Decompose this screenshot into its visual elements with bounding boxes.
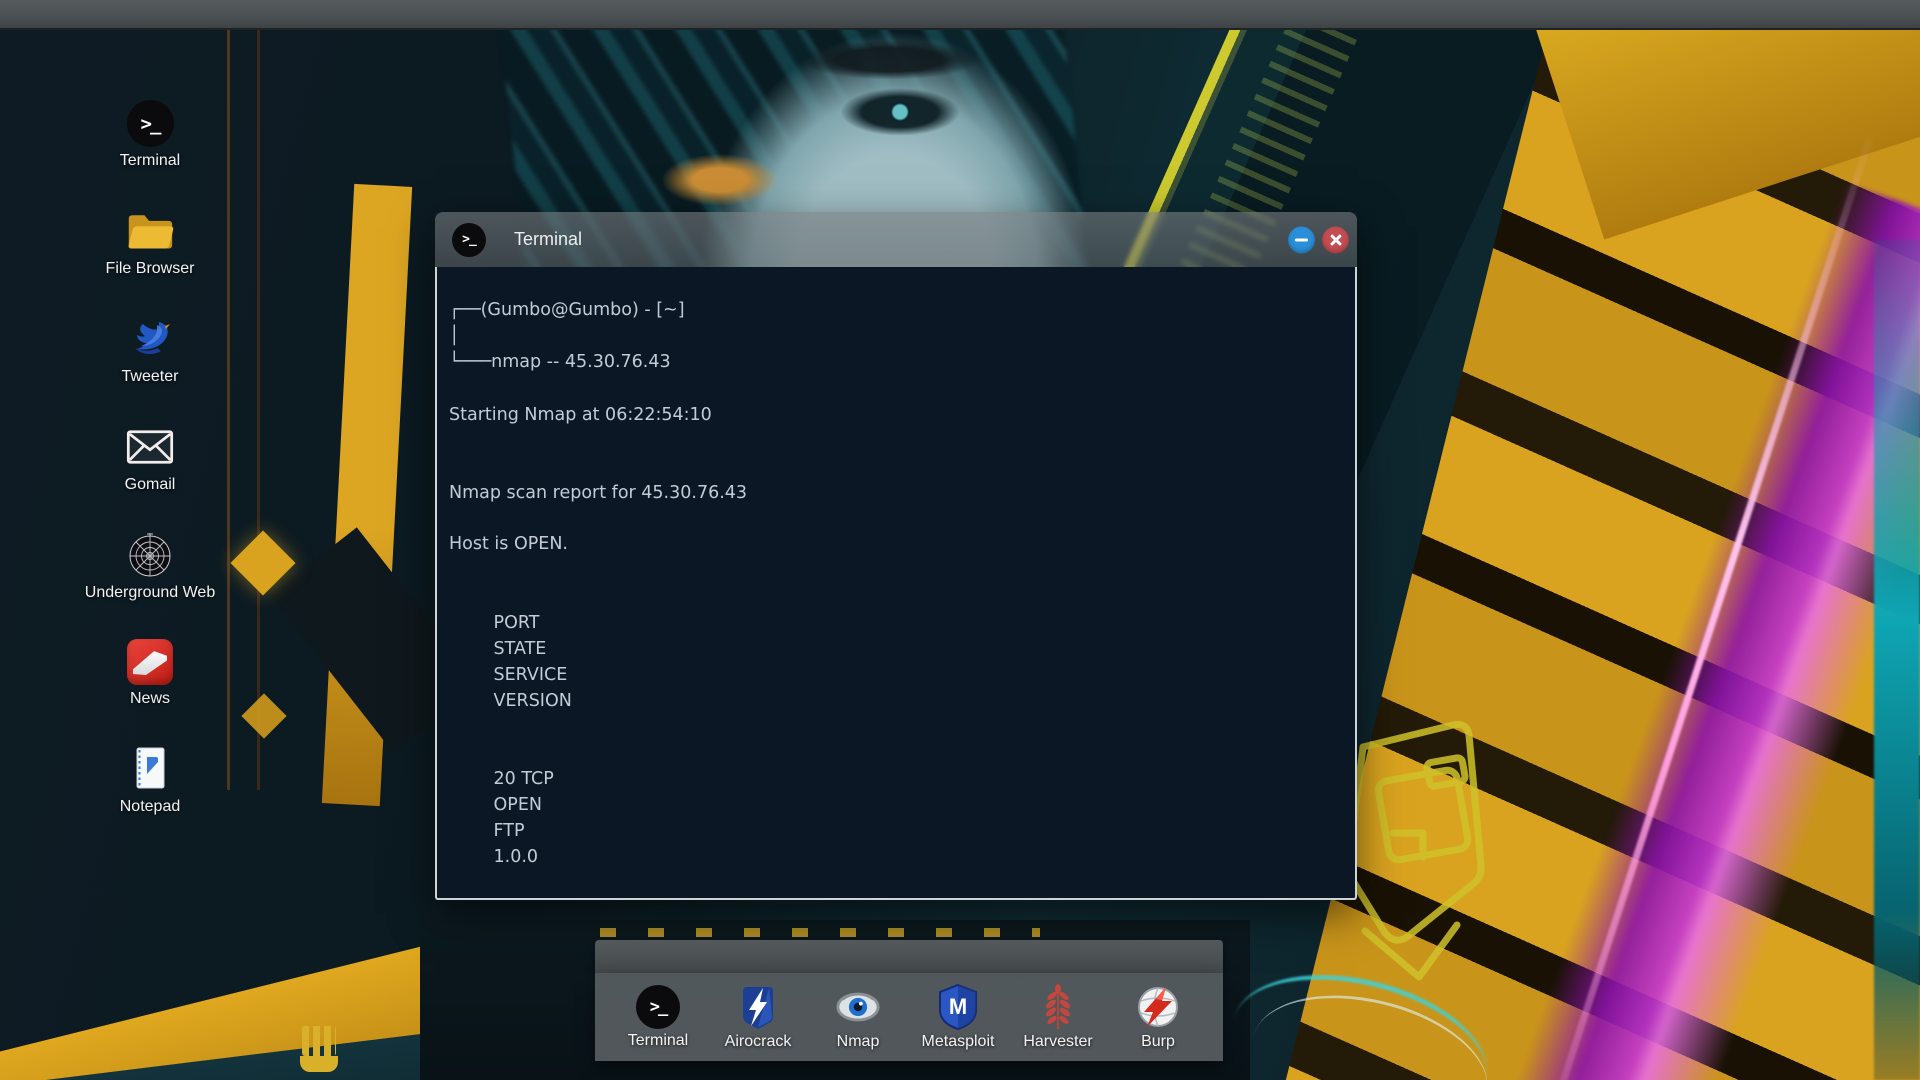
dock-item-metasploit[interactable]: M Metasploit xyxy=(908,983,1008,1051)
wallpaper-hand-glyph xyxy=(302,1026,336,1056)
desktop-icon-label: File Browser xyxy=(105,260,195,277)
envelope-icon xyxy=(126,423,174,471)
bird-icon xyxy=(126,315,174,363)
dock-shelf xyxy=(595,940,1223,973)
dock-item-harvester[interactable]: Harvester xyxy=(1008,983,1108,1051)
terminal-output-area[interactable]: ┌──(Gumbo@Gumbo) - [~] │ └───nmap -- 45.… xyxy=(435,267,1357,900)
terminal-glyph: >_ xyxy=(649,996,669,1017)
minimize-button[interactable] xyxy=(1288,226,1315,253)
dock-item-label: Nmap xyxy=(836,1032,880,1050)
port-table-header: PORT STATE SERVICE VERSION xyxy=(449,584,1341,740)
desktop-icon-label: Gomail xyxy=(124,476,176,493)
prompt-line: ┌──(Gumbo@Gumbo) - [~] xyxy=(449,300,685,320)
desktop-icon-underground-web[interactable]: Underground Web xyxy=(84,531,216,602)
spider-web-icon xyxy=(126,531,174,579)
terminal-output-line: Starting Nmap at 06:22:54:10 xyxy=(449,405,712,425)
shield-m-icon: M xyxy=(935,983,981,1030)
port-table-row: 20 TCP OPEN FTP 1.0.0 xyxy=(449,740,1341,896)
terminal-icon: >_ xyxy=(452,222,486,257)
dock-item-nmap[interactable]: Nmap xyxy=(808,984,908,1051)
table-cell: FTP xyxy=(493,821,525,841)
command-line: └───nmap -- 45.30.76.43 xyxy=(449,352,671,372)
table-header-cell: PORT xyxy=(493,613,540,633)
dock-item-terminal[interactable]: >_ Terminal xyxy=(608,984,708,1050)
table-header-cell: SERVICE xyxy=(493,665,568,685)
wheat-icon xyxy=(1035,983,1081,1030)
window-title: Terminal xyxy=(514,229,583,249)
prompt-line: │ xyxy=(449,326,460,346)
desktop-icon-tweeter[interactable]: Tweeter xyxy=(84,315,216,386)
terminal-output-line: Nmap scan report for 45.30.76.43 xyxy=(449,483,748,503)
wallpaper-vertical-line xyxy=(257,30,260,790)
wallpaper-gold-dashes xyxy=(600,928,1040,937)
table-cell: 20 TCP xyxy=(493,769,554,789)
minimize-icon xyxy=(1295,238,1308,241)
desktop-icon-file-browser[interactable]: File Browser xyxy=(84,207,216,278)
table-header-cell: VERSION xyxy=(493,691,572,711)
desktop-icon-label: Tweeter xyxy=(121,368,179,385)
top-bar xyxy=(0,0,1920,30)
table-header-cell: STATE xyxy=(493,639,547,659)
desktop-icon-terminal[interactable]: >_ Terminal xyxy=(84,100,216,170)
wallpaper-hand-glyph-base xyxy=(300,1056,338,1072)
desktop-icon-gomail[interactable]: Gomail xyxy=(84,423,216,494)
metasploit-monogram: M xyxy=(949,994,967,1019)
wallpaper-vertical-line xyxy=(227,30,230,790)
desktop-icon-label: Terminal xyxy=(119,152,181,169)
close-button[interactable] xyxy=(1322,226,1349,253)
desktop-screen: >_ Terminal File Browser Tweeter Gomail … xyxy=(0,0,1920,1080)
dock-item-airocrack[interactable]: Airocrack xyxy=(708,984,808,1051)
dock-item-label: Airocrack xyxy=(724,1032,792,1050)
desktop-icon-column: >_ Terminal File Browser Tweeter Gomail … xyxy=(84,100,216,816)
wallpaper-cyan-edge xyxy=(1874,240,1920,1080)
wallpaper-neon-shield-wireframe xyxy=(1345,721,1485,981)
dock-item-label: Harvester xyxy=(1023,1032,1093,1050)
news-icon-stripe xyxy=(133,651,167,675)
terminal-window-titlebar[interactable]: >_ Terminal xyxy=(435,212,1357,267)
lightning-shield-icon xyxy=(735,984,781,1030)
terminal-output-line: Host is OPEN. xyxy=(449,534,568,554)
desktop-icon-news[interactable]: News xyxy=(84,639,216,708)
terminal-window: >_ Terminal ┌──(Gumbo@Gumbo) - [~] │ └──… xyxy=(435,212,1357,900)
dock-item-label: Metasploit xyxy=(921,1032,995,1050)
notepad-icon xyxy=(126,745,174,793)
table-cell: OPEN xyxy=(493,795,542,815)
close-icon xyxy=(1329,233,1343,247)
terminal-icon: >_ xyxy=(126,100,174,147)
news-icon xyxy=(127,639,173,685)
dock-item-burp[interactable]: Burp xyxy=(1108,984,1208,1051)
eye-icon xyxy=(835,984,881,1030)
burst-sphere-icon xyxy=(1135,984,1181,1030)
dock-item-label: Terminal xyxy=(627,1031,689,1049)
terminal-icon: >_ xyxy=(636,984,680,1029)
desktop-icon-label: News xyxy=(129,690,170,707)
terminal-glyph: >_ xyxy=(462,232,477,247)
table-cell: 1.0.0 xyxy=(493,847,539,867)
desktop-icon-notepad[interactable]: Notepad xyxy=(84,745,216,816)
terminal-glyph: >_ xyxy=(140,112,162,135)
desktop-icon-label: Notepad xyxy=(119,798,181,815)
dock: >_ Terminal Airocrack Nmap M Metasploit … xyxy=(595,973,1223,1061)
wallpaper-gold-diamond xyxy=(241,693,287,739)
dock-item-label: Burp xyxy=(1141,1032,1175,1050)
desktop-icon-label: Underground Web xyxy=(84,584,216,601)
folder-icon xyxy=(126,207,174,255)
